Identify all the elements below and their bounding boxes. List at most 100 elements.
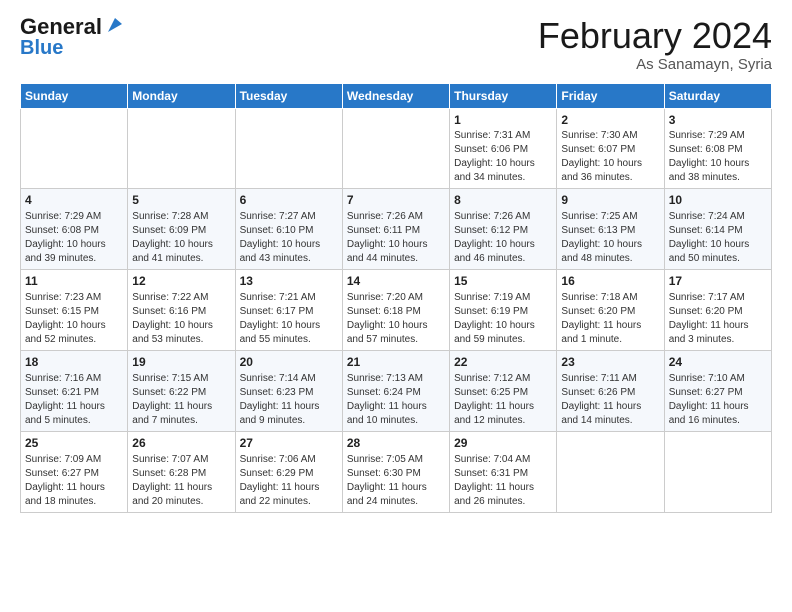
day-number: 22 [454,354,552,371]
day-header-thursday: Thursday [450,83,557,108]
header: General Blue February 2024 As Sanamayn, … [20,16,772,73]
calendar-cell: 13Sunrise: 7:21 AMSunset: 6:17 PMDayligh… [235,270,342,351]
logo-general: General [20,16,102,38]
day-number: 13 [240,273,338,290]
day-info: Sunrise: 7:04 AMSunset: 6:31 PMDaylight:… [454,453,552,509]
calendar-cell: 15Sunrise: 7:19 AMSunset: 6:19 PMDayligh… [450,270,557,351]
calendar-cell: 23Sunrise: 7:11 AMSunset: 6:26 PMDayligh… [557,350,664,431]
day-number: 10 [669,192,767,209]
day-number: 3 [669,112,767,129]
day-number: 1 [454,112,552,129]
day-number: 12 [132,273,230,290]
day-info: Sunrise: 7:10 AMSunset: 6:27 PMDaylight:… [669,372,767,428]
day-number: 5 [132,192,230,209]
calendar-cell [664,431,771,512]
main-title: February 2024 [538,16,772,56]
calendar-cell: 17Sunrise: 7:17 AMSunset: 6:20 PMDayligh… [664,270,771,351]
day-number: 11 [25,273,123,290]
day-info: Sunrise: 7:18 AMSunset: 6:20 PMDaylight:… [561,291,659,347]
day-info: Sunrise: 7:16 AMSunset: 6:21 PMDaylight:… [25,372,123,428]
calendar-cell [128,108,235,189]
week-row-3: 18Sunrise: 7:16 AMSunset: 6:21 PMDayligh… [21,350,772,431]
calendar-table: SundayMondayTuesdayWednesdayThursdayFrid… [20,83,772,513]
calendar-cell: 18Sunrise: 7:16 AMSunset: 6:21 PMDayligh… [21,350,128,431]
calendar-cell: 24Sunrise: 7:10 AMSunset: 6:27 PMDayligh… [664,350,771,431]
calendar-cell: 19Sunrise: 7:15 AMSunset: 6:22 PMDayligh… [128,350,235,431]
calendar-cell: 21Sunrise: 7:13 AMSunset: 6:24 PMDayligh… [342,350,449,431]
day-info: Sunrise: 7:25 AMSunset: 6:13 PMDaylight:… [561,210,659,266]
calendar-cell: 1Sunrise: 7:31 AMSunset: 6:06 PMDaylight… [450,108,557,189]
calendar-cell: 3Sunrise: 7:29 AMSunset: 6:08 PMDaylight… [664,108,771,189]
day-number: 17 [669,273,767,290]
day-info: Sunrise: 7:19 AMSunset: 6:19 PMDaylight:… [454,291,552,347]
day-number: 18 [25,354,123,371]
calendar-header-row: SundayMondayTuesdayWednesdayThursdayFrid… [21,83,772,108]
calendar-cell: 16Sunrise: 7:18 AMSunset: 6:20 PMDayligh… [557,270,664,351]
calendar-cell [342,108,449,189]
week-row-0: 1Sunrise: 7:31 AMSunset: 6:06 PMDaylight… [21,108,772,189]
day-info: Sunrise: 7:28 AMSunset: 6:09 PMDaylight:… [132,210,230,266]
page: General Blue February 2024 As Sanamayn, … [0,0,792,523]
calendar-cell: 11Sunrise: 7:23 AMSunset: 6:15 PMDayligh… [21,270,128,351]
calendar-cell: 22Sunrise: 7:12 AMSunset: 6:25 PMDayligh… [450,350,557,431]
day-number: 16 [561,273,659,290]
day-info: Sunrise: 7:26 AMSunset: 6:11 PMDaylight:… [347,210,445,266]
calendar-cell [557,431,664,512]
day-header-friday: Friday [557,83,664,108]
calendar-cell: 29Sunrise: 7:04 AMSunset: 6:31 PMDayligh… [450,431,557,512]
day-info: Sunrise: 7:07 AMSunset: 6:28 PMDaylight:… [132,453,230,509]
day-number: 23 [561,354,659,371]
calendar-cell: 26Sunrise: 7:07 AMSunset: 6:28 PMDayligh… [128,431,235,512]
day-header-monday: Monday [128,83,235,108]
calendar-cell: 7Sunrise: 7:26 AMSunset: 6:11 PMDaylight… [342,189,449,270]
day-info: Sunrise: 7:12 AMSunset: 6:25 PMDaylight:… [454,372,552,428]
day-info: Sunrise: 7:21 AMSunset: 6:17 PMDaylight:… [240,291,338,347]
calendar-cell: 2Sunrise: 7:30 AMSunset: 6:07 PMDaylight… [557,108,664,189]
week-row-1: 4Sunrise: 7:29 AMSunset: 6:08 PMDaylight… [21,189,772,270]
subtitle: As Sanamayn, Syria [538,56,772,73]
logo-icon [104,14,126,36]
calendar-cell: 25Sunrise: 7:09 AMSunset: 6:27 PMDayligh… [21,431,128,512]
day-number: 6 [240,192,338,209]
calendar-cell: 6Sunrise: 7:27 AMSunset: 6:10 PMDaylight… [235,189,342,270]
calendar-cell: 8Sunrise: 7:26 AMSunset: 6:12 PMDaylight… [450,189,557,270]
day-number: 14 [347,273,445,290]
day-number: 19 [132,354,230,371]
calendar-cell: 9Sunrise: 7:25 AMSunset: 6:13 PMDaylight… [557,189,664,270]
day-number: 21 [347,354,445,371]
day-info: Sunrise: 7:31 AMSunset: 6:06 PMDaylight:… [454,129,552,185]
calendar-cell: 28Sunrise: 7:05 AMSunset: 6:30 PMDayligh… [342,431,449,512]
calendar-cell: 27Sunrise: 7:06 AMSunset: 6:29 PMDayligh… [235,431,342,512]
day-info: Sunrise: 7:14 AMSunset: 6:23 PMDaylight:… [240,372,338,428]
day-info: Sunrise: 7:20 AMSunset: 6:18 PMDaylight:… [347,291,445,347]
calendar-cell: 10Sunrise: 7:24 AMSunset: 6:14 PMDayligh… [664,189,771,270]
day-header-wednesday: Wednesday [342,83,449,108]
title-block: February 2024 As Sanamayn, Syria [538,16,772,73]
day-info: Sunrise: 7:09 AMSunset: 6:27 PMDaylight:… [25,453,123,509]
week-row-2: 11Sunrise: 7:23 AMSunset: 6:15 PMDayligh… [21,270,772,351]
calendar-cell: 4Sunrise: 7:29 AMSunset: 6:08 PMDaylight… [21,189,128,270]
day-number: 25 [25,435,123,452]
day-number: 24 [669,354,767,371]
day-info: Sunrise: 7:17 AMSunset: 6:20 PMDaylight:… [669,291,767,347]
day-number: 9 [561,192,659,209]
day-header-sunday: Sunday [21,83,128,108]
logo: General Blue [20,16,126,59]
logo-blue: Blue [20,37,63,59]
calendar-cell [21,108,128,189]
day-header-saturday: Saturday [664,83,771,108]
day-info: Sunrise: 7:24 AMSunset: 6:14 PMDaylight:… [669,210,767,266]
day-number: 27 [240,435,338,452]
day-number: 4 [25,192,123,209]
day-info: Sunrise: 7:22 AMSunset: 6:16 PMDaylight:… [132,291,230,347]
day-number: 2 [561,112,659,129]
calendar-cell: 14Sunrise: 7:20 AMSunset: 6:18 PMDayligh… [342,270,449,351]
day-number: 26 [132,435,230,452]
calendar-cell: 12Sunrise: 7:22 AMSunset: 6:16 PMDayligh… [128,270,235,351]
day-info: Sunrise: 7:05 AMSunset: 6:30 PMDaylight:… [347,453,445,509]
day-info: Sunrise: 7:30 AMSunset: 6:07 PMDaylight:… [561,129,659,185]
day-number: 20 [240,354,338,371]
day-info: Sunrise: 7:29 AMSunset: 6:08 PMDaylight:… [669,129,767,185]
day-number: 7 [347,192,445,209]
day-number: 29 [454,435,552,452]
